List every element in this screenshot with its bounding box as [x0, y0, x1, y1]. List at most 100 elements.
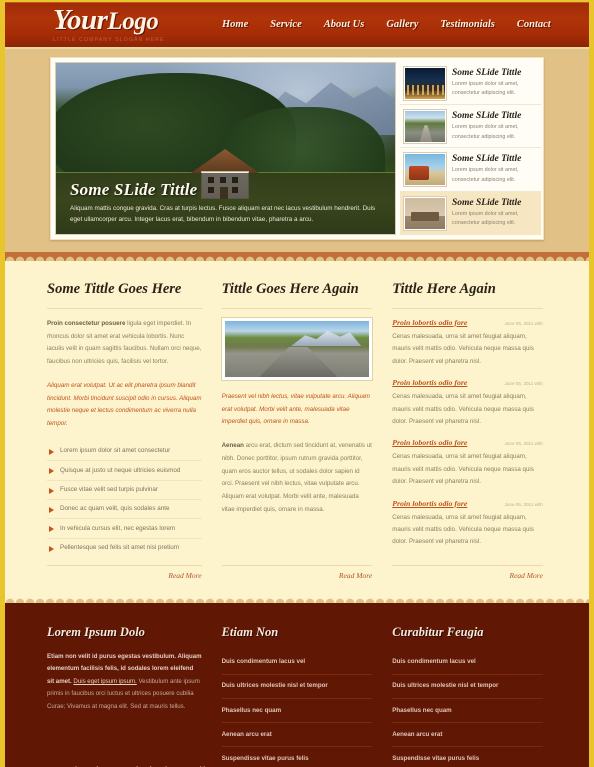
footer-column-1: Lorem Ipsum Dolo Etiam non velit id puru…	[41, 625, 212, 767]
list-item[interactable]: Pellentesque sed felis sit amet nisi pre…	[47, 539, 202, 557]
list-item: Duis condimentum lacus vel	[221, 651, 373, 675]
footer-link[interactable]: Duis ultrices molestie nisl et tempor	[222, 675, 373, 698]
column-2-body: Aenean arcu erat, dictum sed tincidunt a…	[222, 440, 373, 516]
column-1-accent-text: Aliquam erat volutpat. Ut ac elit pharet…	[47, 381, 202, 427]
logo-tagline: LITTLE COMPANY SLOGAN HERE	[53, 36, 165, 43]
news-item-4-date: June 05, 2011 with	[504, 501, 543, 507]
column-1-intro: Proin consectetur posuere ligula eget im…	[47, 318, 202, 369]
slider-caption-text: Aliquam mattis congue gravida. Cras at t…	[70, 204, 376, 223]
slider-caption-title: Some SLide Tittle	[70, 179, 198, 199]
list-item[interactable]: In vehicula cursus elit, nec egestas lor…	[47, 519, 202, 539]
read-more-link-1[interactable]: Read More	[47, 564, 202, 580]
footer-column-3-links: Duis condimentum lacus vel Duis ultrices…	[392, 651, 543, 767]
read-more-cell-3: Read More	[382, 564, 553, 580]
mountain-road-photo	[221, 318, 373, 380]
list-item: Duis ultrices molestie nisl et tempor	[392, 675, 543, 699]
slider-thumb-1-title: Some SLide Tittle	[452, 68, 522, 78]
nav-item-gallery[interactable]: Gallery	[386, 19, 418, 30]
slider-thumbnail-list: Some SLide Tittle Lorem ipsum dolor sit …	[396, 62, 541, 235]
slider-caption: Some SLide Tittle Aliquam mattis congue …	[56, 172, 395, 234]
slider-thumb-4-text: Some SLide Tittle Lorem ipsum dolor sit …	[452, 197, 536, 229]
news-item-4-link[interactable]: Proin lobortis odio fore	[392, 499, 467, 508]
column-2-accent-text: Praesent vel nibh lectus, vitae vulputat…	[221, 393, 370, 426]
footer-link[interactable]: Suspendisse vitae purus felis	[392, 747, 543, 767]
slider-thumb-4-title: Some SLide Tittle	[452, 197, 522, 208]
news-item-3-link[interactable]: Proin lobortis odio fore	[392, 438, 467, 447]
main-navigation: Home Service About Us Gallery Testimonia…	[222, 19, 551, 30]
slider-thumb-3-title: Some SLide Tittle	[452, 154, 522, 165]
slider-thumb-4[interactable]: Some SLide Tittle Lorem ipsum dolor sit …	[400, 191, 541, 235]
read-more-cell-1: Read More	[41, 564, 212, 580]
slider-thumb-1[interactable]: Some SLide Tittle Lorem ipsum dolor sit …	[400, 62, 541, 106]
footer-column-3-title: Curabitur Feugia	[392, 624, 484, 639]
footer-column-2-links: Duis condimentum lacus vel Duis ultrices…	[221, 651, 373, 767]
wooden-bench-thumbnail-icon	[404, 196, 446, 230]
list-item: Aenean arcu erat	[392, 723, 543, 748]
nav-item-about-us[interactable]: About Us	[324, 19, 365, 30]
nav-item-testimonials[interactable]: Testimonials	[440, 19, 494, 30]
read-more-link-2[interactable]: Read More	[221, 564, 373, 580]
news-item-4-text: Cenas malesuada, urna sit amet feugiat a…	[392, 513, 534, 546]
read-more-row: Read More Read More Read More	[41, 564, 553, 580]
column-2-title: Tittle Goes Here Again	[221, 281, 373, 309]
nav-item-home[interactable]: Home	[222, 19, 248, 30]
tree-lined-road-thumbnail-icon	[404, 110, 446, 144]
list-item: Aenean arcu erat	[221, 723, 373, 748]
footer-column-2-title: Etiam Non	[221, 624, 279, 639]
footer-link[interactable]: Aenean arcu erat	[222, 723, 373, 746]
news-item-1-text: Cenas malesuada, urna sit amet feugiat a…	[392, 333, 534, 365]
nav-item-contact[interactable]: Contact	[517, 19, 551, 30]
news-item-4: Proin lobortis odio fore June 05, 2011 w…	[392, 499, 543, 549]
footer-link[interactable]: Duis condimentum lacus vel	[222, 651, 373, 674]
news-item-2-text: Cenas malesuada, urna sit amet feugiat a…	[392, 393, 534, 426]
list-item[interactable]: Lorem ipsum dolor sit amet consectetur	[47, 442, 202, 462]
three-column-layout: Some Tittle Goes Here Proin consectetur …	[41, 281, 553, 559]
list-item: Duis condimentum lacus vel	[392, 651, 543, 675]
nav-item-service[interactable]: Service	[270, 19, 302, 30]
news-item-2-link[interactable]: Proin lobortis odio fore	[392, 378, 467, 387]
slider-thumb-2[interactable]: Some SLide Tittle Lorem ipsum dolor sit …	[400, 105, 541, 149]
logo-text-secondary: Logo	[107, 7, 159, 35]
content-column-1: Some Tittle Goes Here Proin consectetur …	[41, 281, 212, 559]
list-item[interactable]: Fusce vitae velit sed turpis pulvinar	[47, 481, 202, 500]
footer-link[interactable]: Duis condimentum lacus vel	[392, 651, 543, 674]
list-item[interactable]: Quisque at justo ut neque ultricies euis…	[47, 461, 202, 481]
slider-thumb-2-title: Some SLide Tittle	[452, 111, 522, 122]
news-item-1-link[interactable]: Proin lobortis odio fore	[392, 318, 467, 327]
read-more-cell-2: Read More	[212, 564, 383, 580]
list-item: Phasellus nec quam	[392, 699, 543, 724]
logo-text: YourLogo	[53, 5, 218, 35]
list-item: Phasellus nec quam	[221, 699, 373, 724]
footer-column-1-title: Lorem Ipsum Dolo	[47, 624, 145, 639]
column-2-body-lead: Aenean	[221, 442, 244, 450]
slider-thumb-2-desc: Lorem ipsum dolor sit amet, consectetur …	[452, 124, 519, 140]
site-logo[interactable]: YourLogo LITTLE COMPANY SLOGAN HERE	[53, 5, 218, 43]
slider-section: Some SLide Tittle Aliquam mattis congue …	[5, 49, 589, 252]
footer-link[interactable]: Duis ultrices molestie nisl et tempor	[392, 675, 543, 698]
footer-link[interactable]: Phasellus nec quam	[392, 699, 543, 722]
footer-link[interactable]: Phasellus nec quam	[222, 699, 373, 722]
slider-thumb-3-text: Some SLide Tittle Lorem ipsum dolor sit …	[452, 153, 536, 185]
footer-columns: Lorem Ipsum Dolo Etiam non velit id puru…	[41, 625, 553, 767]
chalet-roof	[191, 149, 259, 173]
scalloped-divider-top	[5, 252, 589, 261]
footer-col1-inline-link[interactable]: Duis eget ipsum ipsum.	[73, 678, 136, 685]
news-item-2: Proin lobortis odio fore June 05, 2011 w…	[392, 378, 543, 428]
column-2-body-rest: arcu erat, dictum sed tincidunt at, vene…	[221, 442, 372, 513]
footer-column-3: Curabitur Feugia Duis condimentum lacus …	[382, 625, 553, 767]
list-item: Duis ultrices molestie nisl et tempor	[221, 675, 373, 699]
slider-thumb-3[interactable]: Some SLide Tittle Lorem ipsum dolor sit …	[400, 148, 541, 192]
footer-column-2: Etiam Non Duis condimentum lacus vel Dui…	[212, 625, 383, 767]
content-column-2: Tittle Goes Here Again Praesent vel nibh…	[212, 281, 383, 559]
news-item-2-date: June 05, 2011 with	[504, 381, 543, 387]
column-1-title: Some Tittle Goes Here	[47, 281, 202, 309]
slider-container: Some SLide Tittle Aliquam mattis congue …	[50, 57, 544, 240]
mountain-shape	[291, 330, 362, 346]
news-item-3-date: June 05, 2011 with	[504, 441, 543, 447]
slider-stage[interactable]: Some SLide Tittle Aliquam mattis congue …	[55, 62, 396, 235]
news-item-1-header: Proin lobortis odio fore June 05, 2011 w…	[392, 318, 543, 327]
read-more-link-3[interactable]: Read More	[392, 564, 543, 580]
footer-link[interactable]: Aenean arcu erat	[392, 723, 543, 746]
news-item-1: Proin lobortis odio fore June 05, 2011 w…	[392, 318, 543, 368]
list-item[interactable]: Donec ac quam velit, quis sodales ante	[47, 500, 202, 520]
